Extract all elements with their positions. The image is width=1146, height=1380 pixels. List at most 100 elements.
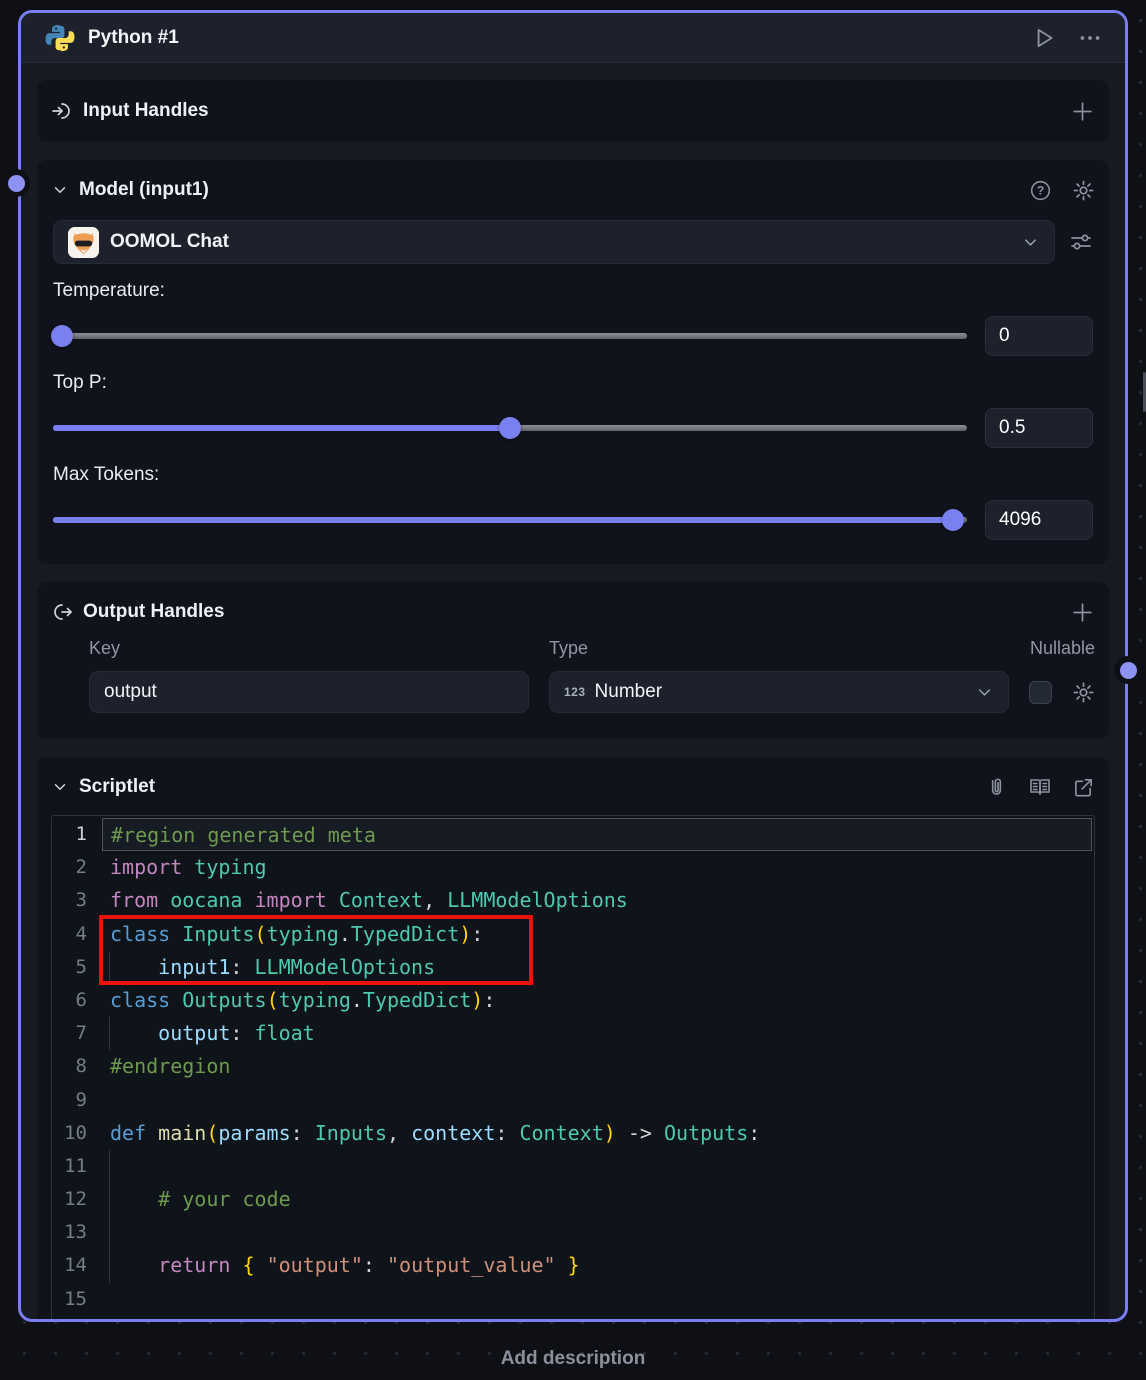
code-line[interactable]: 2import typing	[52, 851, 1094, 884]
slider-thumb[interactable]	[51, 325, 73, 347]
input-handles-icon	[51, 100, 73, 122]
handle-type-value: Number	[595, 681, 975, 703]
code-line[interactable]: 8#endregion	[52, 1050, 1094, 1083]
code-line-content	[102, 1216, 1094, 1249]
code-line[interactable]: 1#region generated meta	[52, 818, 1094, 851]
node-body: Input Handles Model (input1) ?	[21, 63, 1125, 1322]
chevron-down-icon[interactable]	[51, 778, 69, 796]
code-line-content: class Outputs(typing.TypedDict):	[102, 984, 1094, 1017]
temperature-slider[interactable]	[53, 324, 967, 348]
node-header: Python #1	[21, 13, 1125, 63]
select-chevron-down-icon	[975, 683, 994, 702]
handle-type-select[interactable]: 123 Number	[549, 671, 1009, 713]
code-line-content: return { "output": "output_value" }	[102, 1249, 1094, 1282]
run-button[interactable]	[1031, 25, 1057, 51]
output-handles-table: Key Type Nullable 123 Number	[89, 638, 1095, 713]
model-panel: Model (input1) ?	[37, 160, 1109, 564]
code-line[interactable]: 9	[52, 1084, 1094, 1117]
python-node-card[interactable]: Python #1 Input Handles	[18, 10, 1128, 1322]
model-select[interactable]: OOMOL Chat	[53, 220, 1055, 264]
open-external-icon[interactable]	[1072, 776, 1095, 799]
model-select-value: OOMOL Chat	[110, 231, 1021, 253]
code-line-content: from oocana import Context, LLMModelOpti…	[102, 884, 1094, 917]
code-line[interactable]: 7 output: float	[52, 1017, 1094, 1050]
model-settings-gear-icon[interactable]	[1072, 179, 1095, 202]
code-line[interactable]: 3from oocana import Context, LLMModelOpt…	[52, 884, 1094, 917]
line-number: 9	[52, 1084, 102, 1117]
code-line[interactable]: 10def main(params: Inputs, context: Cont…	[52, 1117, 1094, 1150]
top-p-slider[interactable]	[53, 416, 967, 440]
input-handles-title: Input Handles	[83, 100, 1070, 122]
param-temperature: Temperature: 0	[53, 280, 1093, 356]
code-line[interactable]: 14 return { "output": "output_value" }	[52, 1249, 1094, 1282]
slider-thumb[interactable]	[499, 417, 521, 439]
code-line[interactable]: 4class Inputs(typing.TypedDict):	[52, 918, 1094, 951]
output-handles-panel: Output Handles Key Type Nullable 123 Num…	[37, 582, 1109, 739]
slider-track	[53, 333, 967, 339]
slider-thumb[interactable]	[942, 509, 964, 531]
code-line[interactable]: 6class Outputs(typing.TypedDict):	[52, 984, 1094, 1017]
code-line[interactable]: 15	[52, 1283, 1094, 1316]
code-line-content: #region generated meta	[102, 818, 1092, 851]
oomol-chat-avatar	[68, 227, 99, 258]
code-line-content: output: float	[102, 1017, 1094, 1050]
line-number: 6	[52, 984, 102, 1017]
port-dot	[8, 175, 25, 192]
chevron-down-icon[interactable]	[51, 181, 69, 199]
code-editor[interactable]: 1#region generated meta2import typing3fr…	[51, 815, 1095, 1320]
line-number: 14	[52, 1249, 102, 1282]
scriptlet-panel: Scriptlet 1#region generated meta2import…	[37, 757, 1109, 1322]
temperature-value[interactable]: 0	[985, 316, 1093, 356]
code-line-content: class Inputs(typing.TypedDict):	[102, 918, 1094, 951]
select-chevron-down-icon	[1021, 233, 1040, 252]
input-handles-panel: Input Handles	[37, 80, 1109, 142]
code-line-content: input1: LLMModelOptions	[102, 951, 1094, 984]
code-lines: 1#region generated meta2import typing3fr…	[52, 818, 1094, 1316]
docs-book-icon[interactable]	[1028, 775, 1052, 799]
param-label: Top P:	[53, 372, 1093, 394]
param-label: Max Tokens:	[53, 464, 1093, 486]
model-tune-sliders-icon[interactable]	[1069, 230, 1093, 254]
line-number: 3	[52, 884, 102, 917]
line-number: 5	[52, 951, 102, 984]
code-line[interactable]: 13	[52, 1216, 1094, 1249]
help-icon[interactable]: ?	[1029, 179, 1052, 202]
code-line[interactable]: 11	[52, 1150, 1094, 1183]
python-logo-icon	[45, 23, 75, 53]
code-line[interactable]: 12 # your code	[52, 1183, 1094, 1216]
param-label: Temperature:	[53, 280, 1093, 302]
line-number: 2	[52, 851, 102, 884]
code-line-content: #endregion	[102, 1050, 1094, 1083]
input-port[interactable]	[2, 169, 30, 197]
top-p-value[interactable]: 0.5	[985, 408, 1093, 448]
line-number: 13	[52, 1216, 102, 1249]
line-number: 7	[52, 1017, 102, 1050]
output-port[interactable]	[1114, 656, 1142, 684]
node-title: Python #1	[88, 27, 1031, 49]
output-handles-icon	[51, 601, 73, 623]
max-tokens-slider[interactable]	[53, 508, 967, 532]
code-line[interactable]: 5 input1: LLMModelOptions	[52, 951, 1094, 984]
code-line-content	[102, 1150, 1094, 1183]
add-description-button[interactable]: Add description	[0, 1348, 1146, 1370]
max-tokens-value[interactable]: 4096	[985, 500, 1093, 540]
attach-paperclip-icon[interactable]	[985, 776, 1008, 799]
line-number: 11	[52, 1150, 102, 1183]
line-number: 12	[52, 1183, 102, 1216]
port-dot	[1120, 662, 1137, 679]
code-line-content: # your code	[102, 1183, 1094, 1216]
column-header-key: Key	[89, 638, 549, 659]
add-input-handle-button[interactable]	[1070, 99, 1095, 124]
code-line-content	[102, 1084, 1094, 1117]
code-line-content	[102, 1283, 1094, 1316]
add-output-handle-button[interactable]	[1070, 600, 1095, 625]
more-menu-button[interactable]	[1077, 25, 1103, 51]
number-type-icon: 123	[564, 685, 586, 699]
code-line-content: def main(params: Inputs, context: Contex…	[102, 1117, 1094, 1150]
handle-settings-gear-icon[interactable]	[1072, 681, 1095, 704]
column-header-type: Type	[549, 638, 1030, 659]
line-number: 10	[52, 1117, 102, 1150]
nullable-checkbox[interactable]	[1029, 681, 1052, 704]
handle-key-input[interactable]	[89, 671, 529, 713]
line-number: 15	[52, 1283, 102, 1316]
